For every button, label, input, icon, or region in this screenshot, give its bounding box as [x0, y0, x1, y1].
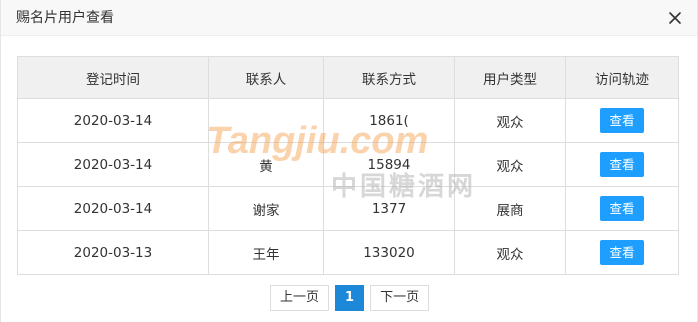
cell-phone: 1377	[323, 186, 455, 231]
cell-user-type: 观众	[454, 98, 566, 143]
table-row: 2020-03-14 谢家 1377 展商 查看	[17, 186, 679, 231]
cell-action: 查看	[565, 142, 679, 187]
cell-date: 2020-03-14	[17, 186, 209, 231]
cell-phone: 1861(	[323, 98, 455, 143]
table-row: 2020-03-14 1861( 观众 查看	[17, 98, 679, 143]
cell-action: 查看	[565, 98, 679, 143]
cell-phone: 133020	[323, 230, 455, 275]
pagination: 上一页 1 下一页	[270, 285, 435, 311]
dialog-title: 赐名片用户查看	[16, 10, 114, 26]
user-table: 登记时间 联系人 联系方式 用户类型 访问轨迹 2020-03-14 1861(…	[17, 56, 679, 275]
cell-user-type: 观众	[454, 142, 566, 187]
cell-contact	[208, 98, 324, 143]
current-page-button[interactable]: 1	[335, 285, 365, 311]
table-row: 2020-03-14 黄 15894 观众 查看	[17, 142, 679, 187]
next-page-button[interactable]: 下一页	[370, 285, 430, 311]
view-button[interactable]: 查看	[600, 152, 644, 177]
cell-date: 2020-03-13	[17, 230, 209, 275]
user-view-dialog: 赐名片用户查看 登记时间 联系人 联系方式 用户类型 访问轨迹 2020-03-…	[0, 0, 698, 322]
cell-date: 2020-03-14	[17, 98, 209, 143]
cell-date: 2020-03-14	[17, 142, 209, 187]
header-user-type: 用户类型	[454, 56, 566, 99]
cell-user-type: 展商	[454, 186, 566, 231]
header-visit-trail: 访问轨迹	[565, 56, 679, 99]
view-button[interactable]: 查看	[600, 196, 644, 221]
prev-page-button[interactable]: 上一页	[270, 285, 330, 311]
close-icon	[669, 12, 681, 24]
header-contact: 联系人	[208, 56, 324, 99]
cell-contact: 黄	[208, 142, 324, 187]
dialog-header: 赐名片用户查看	[1, 0, 697, 36]
cell-contact: 谢家	[208, 186, 324, 231]
header-date: 登记时间	[17, 56, 209, 99]
cell-contact: 王年	[208, 230, 324, 275]
cell-action: 查看	[565, 186, 679, 231]
header-phone: 联系方式	[323, 56, 455, 99]
cell-action: 查看	[565, 230, 679, 275]
table-header-row: 登记时间 联系人 联系方式 用户类型 访问轨迹	[17, 56, 679, 99]
table-row: 2020-03-13 王年 133020 观众 查看	[17, 230, 679, 275]
view-button[interactable]: 查看	[600, 240, 644, 265]
close-button[interactable]	[665, 8, 685, 28]
cell-user-type: 观众	[454, 230, 566, 275]
cell-phone: 15894	[323, 142, 455, 187]
view-button[interactable]: 查看	[600, 108, 644, 133]
